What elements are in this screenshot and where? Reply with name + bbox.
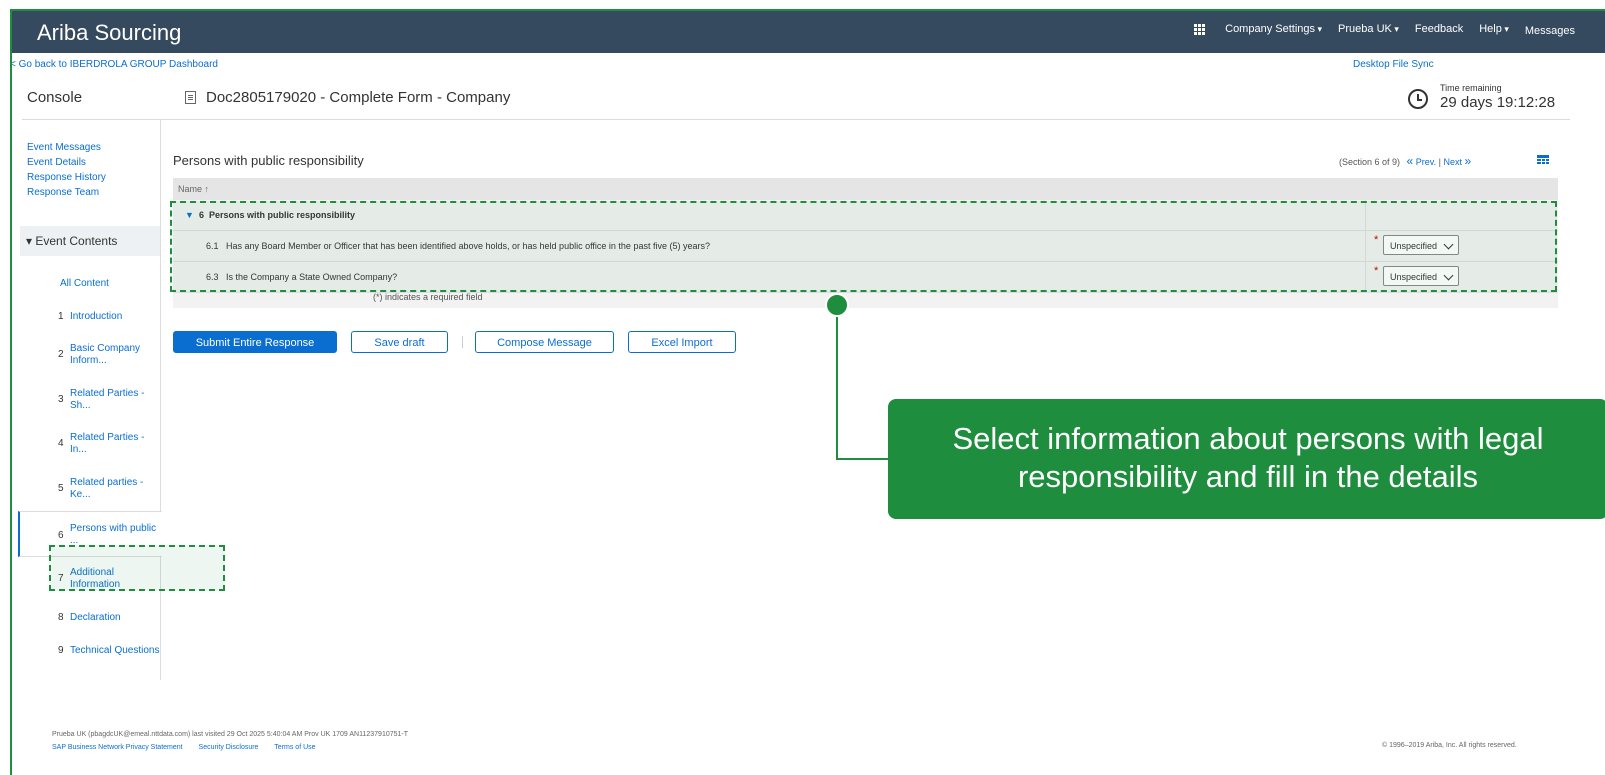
time-remaining-value: 29 days 19:12:28 [1440,94,1556,111]
clock-icon [1408,89,1428,109]
desktop-file-sync-link[interactable]: Desktop File Sync [1353,59,1434,70]
nav-help[interactable]: Help [1479,23,1509,35]
header-divider [22,119,1570,120]
document-title-text: Doc2805179020 - Complete Form - Company [206,89,511,106]
footer-links: SAP Business Network Privacy Statement S… [52,744,330,751]
prev-section-link[interactable]: Prev. [1416,157,1436,167]
sidebar-item-number: 2 [58,349,64,360]
time-remaining: Time remaining 29 days 19:12:28 [1408,83,1556,111]
copyright: © 1996–2019 Ariba, Inc. All rights reser… [1382,742,1517,749]
top-nav: Company Settings Prueba UK Feedback Help… [1178,21,1575,37]
section-pagination: (Section 6 of 9) « Prev. | Next » [1339,154,1471,168]
event-contents-toggle[interactable]: ▾ Event Contents [20,226,160,256]
sidebar-item-label: Declaration [70,612,121,623]
callout-connector [836,305,838,460]
sidebar-item-label: Persons with public ... [70,523,157,546]
button-separator [462,336,463,348]
next-arrow-icon[interactable]: » [1464,154,1471,168]
sidebar-item-label: Basic Company Inform... [70,343,141,366]
sidebar-link-response-history[interactable]: Response History [27,170,106,185]
save-draft-button[interactable]: Save draft [351,331,448,353]
sidebar-item-label: Technical Questions [70,645,160,656]
console-title: Console [27,89,83,106]
sidebar-links: Event Messages Event Details Response Hi… [27,140,106,200]
sidebar-item-number: 5 [58,483,64,494]
sidebar-item-label: Related Parties - Sh... [70,388,145,411]
nav-user-menu[interactable]: Prueba UK [1338,23,1399,35]
sidebar-link-event-details[interactable]: Event Details [27,155,106,170]
callout-connector [836,458,888,460]
time-remaining-label: Time remaining [1440,83,1502,93]
submit-entire-response-button[interactable]: Submit Entire Response [173,331,337,353]
collapse-triangle-icon: ▾ [26,234,36,248]
sidebar-link-event-messages[interactable]: Event Messages [27,140,106,155]
sidebar-link-response-team[interactable]: Response Team [27,185,106,200]
table-options-icon[interactable] [1537,155,1549,164]
app-frame: Ariba Sourcing Company Settings Prueba U… [10,9,1605,775]
document-icon [185,91,196,104]
sidebar: Event Messages Event Details Response Hi… [18,120,162,680]
action-buttons: Submit Entire Response Save draft Compos… [173,331,750,353]
document-title: Doc2805179020 - Complete Form - Company [185,89,510,106]
sidebar-item-label: Related parties - Ke... [70,477,144,500]
nav-messages[interactable]: Messages [1525,25,1575,37]
event-contents-label: Event Contents [35,234,118,248]
column-header-name[interactable]: Name ↑ [173,178,1558,200]
brand-title: Ariba Sourcing [37,20,182,45]
sidebar-item-label: Related Parties - In... [70,432,145,455]
back-to-dashboard-link[interactable]: < Go back to IBERDROLA GROUP Dashboard [12,59,218,70]
callout-line-2: responsibility and fill in the details [1017,459,1479,494]
security-disclosure-link[interactable]: Security Disclosure [199,744,259,751]
terms-of-use-link[interactable]: Terms of Use [274,744,315,751]
sidebar-item-label: All Content [60,278,109,289]
sidebar-item-number: 9 [58,645,64,656]
sidebar-item-number: 1 [58,311,64,322]
next-section-link[interactable]: Next [1443,157,1462,167]
prev-arrow-icon[interactable]: « [1407,154,1414,168]
sidebar-item-label: Introduction [70,311,123,322]
required-field-note: (*) indicates a required field [373,292,483,302]
section-title: Persons with public responsibility [173,153,364,168]
sidebar-item-number: 8 [58,612,64,623]
footer-visit-info: Prueba UK (pbagdcUK@emeal.nttdata.com) l… [52,731,409,738]
highlight-additional-information [49,545,225,591]
highlight-questions [170,201,1557,292]
section-counter: (Section 6 of 9) [1339,157,1401,167]
instruction-callout: Select information about persons with le… [888,399,1605,519]
privacy-statement-link[interactable]: SAP Business Network Privacy Statement [52,744,183,751]
excel-import-button[interactable]: Excel Import [628,331,736,353]
apps-grid-icon[interactable] [1194,23,1206,35]
sidebar-item-number: 3 [58,394,64,405]
nav-feedback[interactable]: Feedback [1415,23,1463,35]
top-header: Ariba Sourcing Company Settings Prueba U… [12,11,1605,53]
callout-line-1: Select information about persons with le… [952,421,1544,456]
sidebar-item-number: 6 [58,530,64,541]
nav-company-settings[interactable]: Company Settings [1225,23,1322,35]
callout-dot [825,293,849,317]
compose-message-button[interactable]: Compose Message [475,331,614,353]
sidebar-item-number: 4 [58,438,64,449]
